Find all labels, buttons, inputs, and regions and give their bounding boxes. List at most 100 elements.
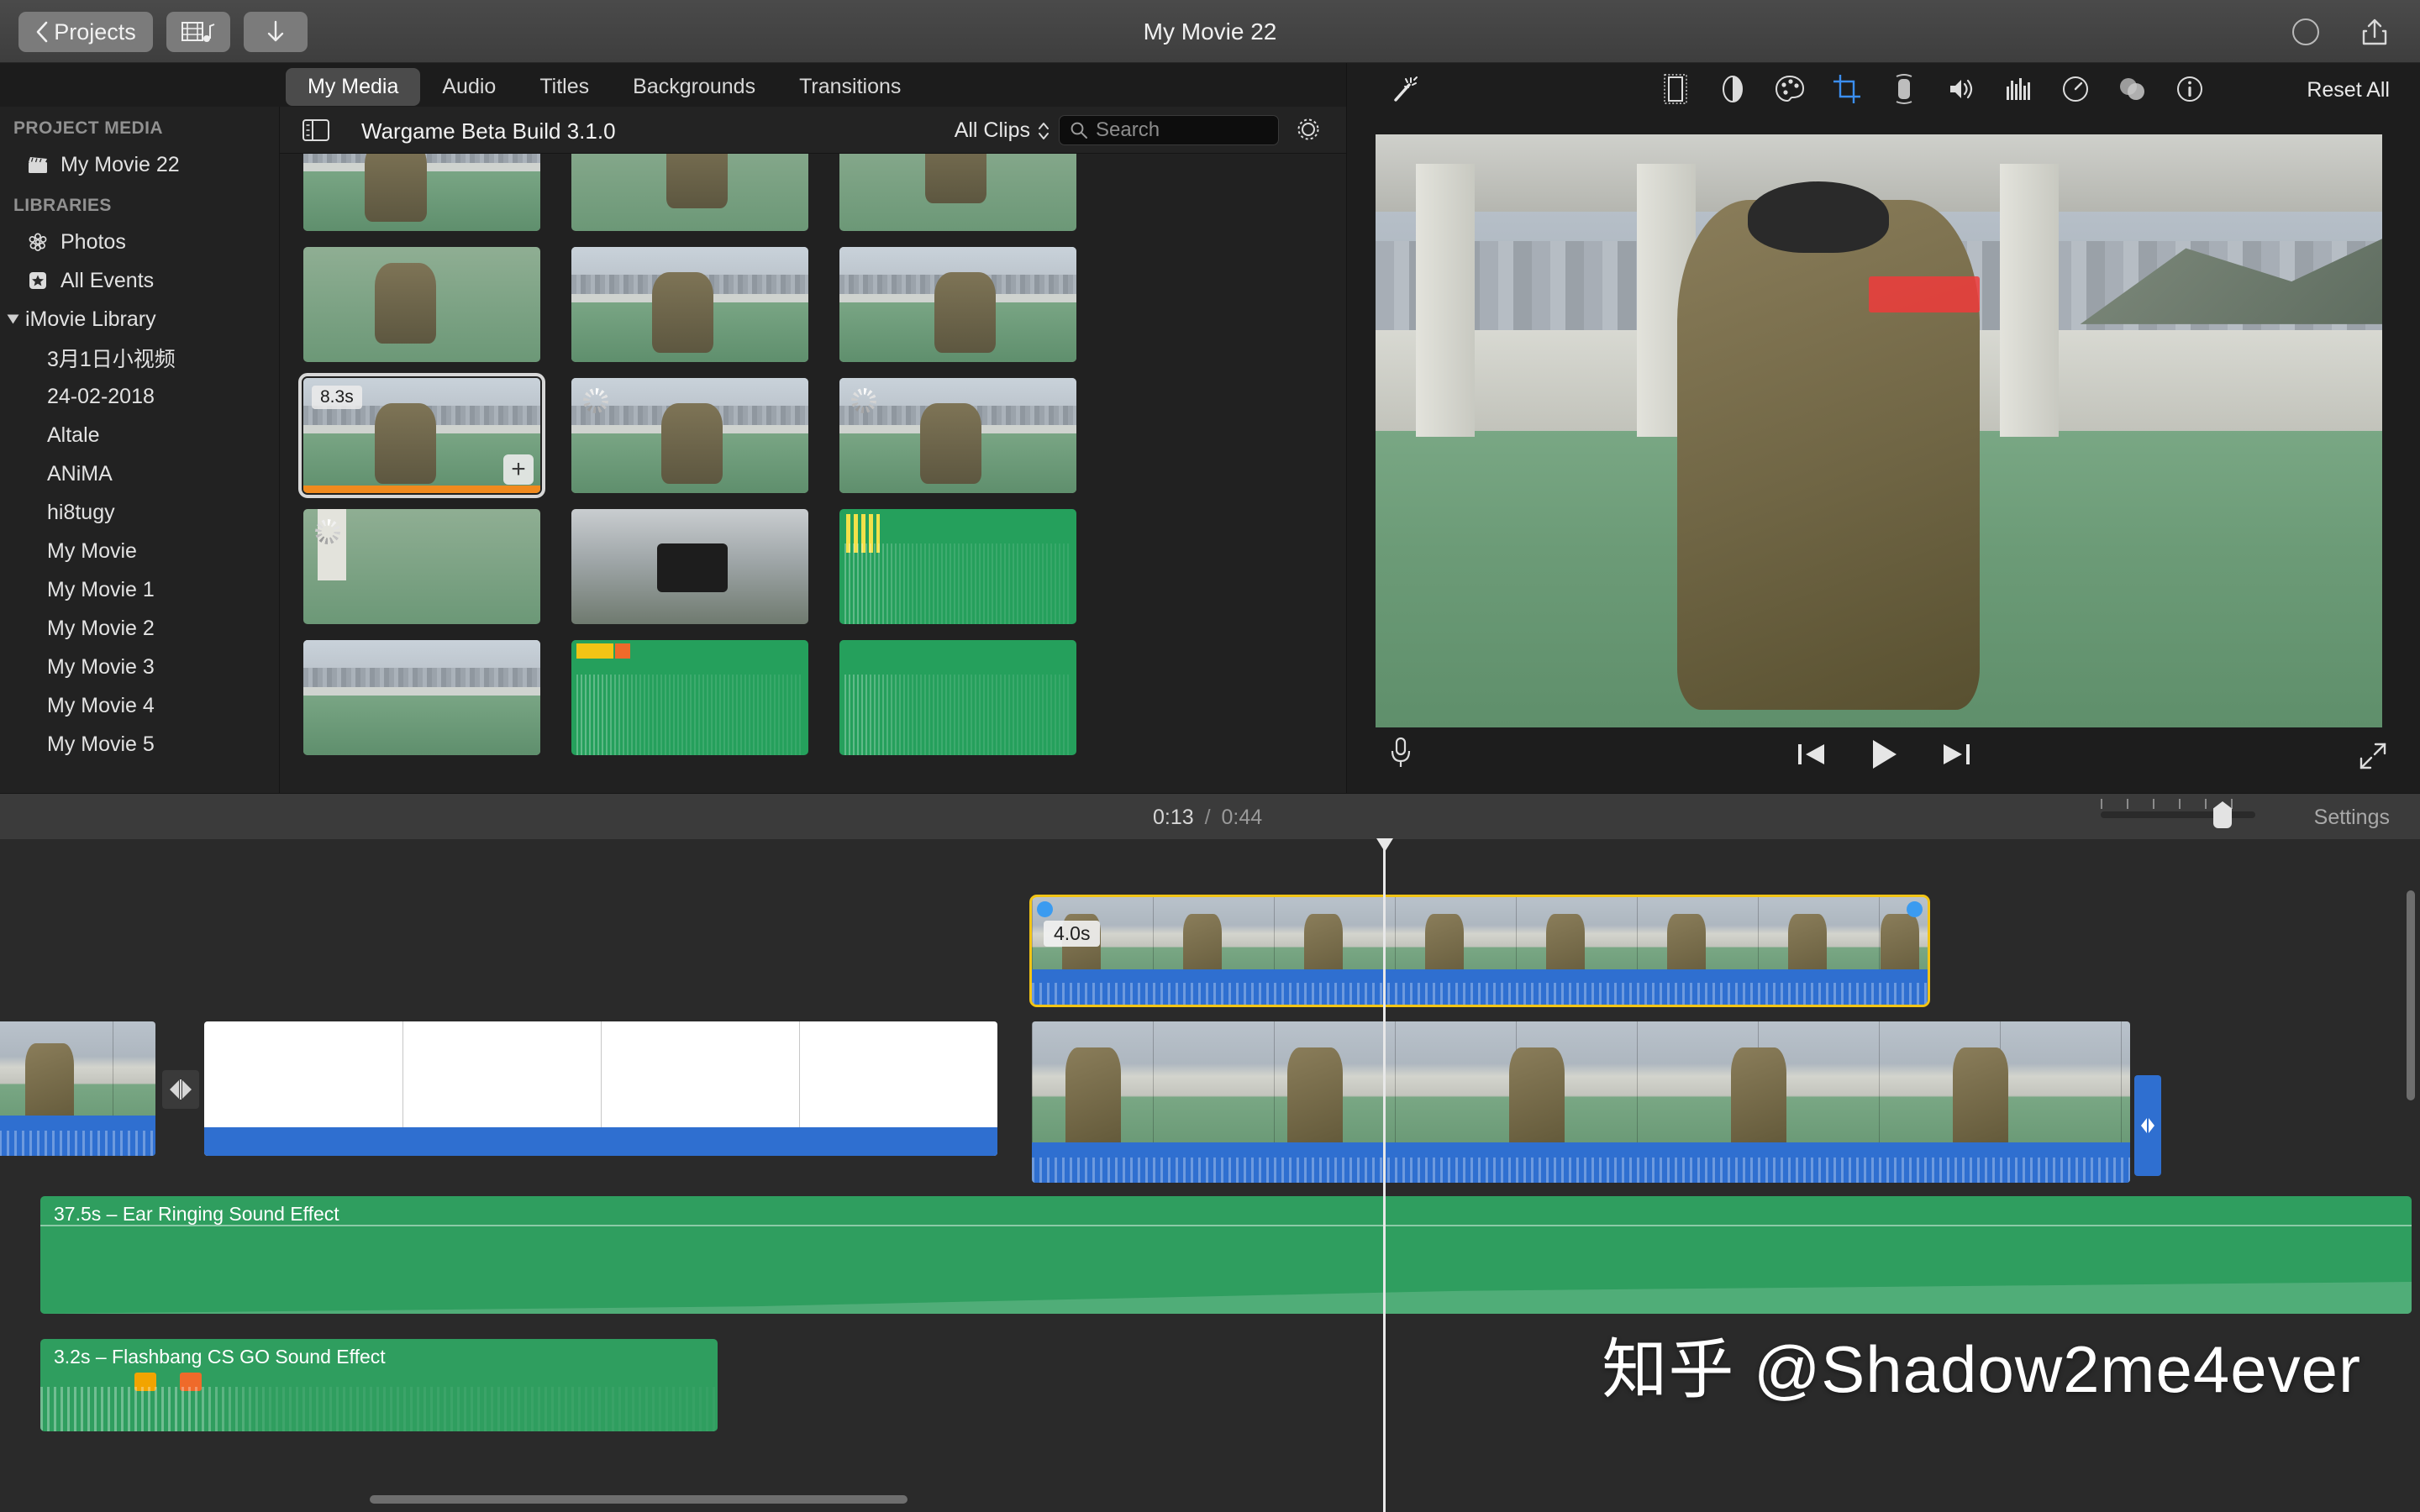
browser-clip-11-audio[interactable] (839, 509, 1076, 624)
timeline-clip-white-title[interactable] (204, 1021, 997, 1156)
color-balance-icon[interactable] (1715, 71, 1750, 107)
timeline-horizontal-scrollbar[interactable] (370, 1495, 908, 1504)
browser-clip-13-audio[interactable] (571, 640, 808, 755)
clip-thumbnail (303, 154, 540, 231)
browser-clip-6-selected[interactable]: 8.3s + (298, 373, 545, 498)
tab-backgrounds[interactable]: Backgrounds (611, 68, 777, 106)
sidebar-toggle-icon (302, 119, 329, 141)
playhead[interactable] (1383, 840, 1386, 1512)
speed-icon[interactable] (2058, 71, 2093, 107)
search-field[interactable]: Search (1059, 115, 1279, 145)
browser-clip-14-audio[interactable] (839, 640, 1076, 755)
playhead-handle[interactable] (1376, 838, 1393, 852)
filter-icon[interactable] (2115, 71, 2150, 107)
browser-clip-7[interactable] (571, 378, 808, 493)
sidebar-event-2[interactable]: Altale (0, 416, 279, 454)
timeline-transition-right[interactable] (2134, 1075, 2161, 1176)
timeline[interactable]: 4.0s 37.5s – Ear Ringing Sound Effect 3.… (0, 840, 2420, 1512)
timeline-settings-button[interactable]: Settings (2314, 806, 2390, 830)
browser-clip-3[interactable] (303, 247, 540, 362)
add-to-timeline-button[interactable]: + (503, 454, 534, 485)
sidebar-event-5[interactable]: My Movie (0, 532, 279, 570)
fullscreen-button[interactable] (2358, 741, 2388, 771)
sidebar-toggle-button[interactable] (294, 114, 338, 146)
sidebar-event-0[interactable]: 3月1日小视频 (0, 339, 279, 377)
total-time: 0:44 (1221, 806, 1263, 829)
sidebar-event-9[interactable]: My Movie 4 (0, 686, 279, 725)
browser-clip-10[interactable] (571, 509, 808, 624)
equalizer-icon[interactable] (2001, 71, 2036, 107)
disclosure-triangle-icon[interactable] (7, 314, 19, 324)
info-icon[interactable] (2172, 71, 2207, 107)
clip-start-handle[interactable] (1037, 901, 1053, 917)
timeline-zoom-slider[interactable] (2101, 801, 2255, 828)
sidebar-item-all-events[interactable]: All Events (0, 261, 279, 300)
auto-enhance-button[interactable] (1387, 73, 1421, 107)
star-icon (25, 270, 50, 291)
media-browser[interactable]: 8.3s + (280, 154, 1346, 793)
timeline-vertical-scrollbar[interactable] (2407, 890, 2415, 1100)
sidebar-event-10[interactable]: My Movie 5 (0, 725, 279, 764)
skip-previous-button[interactable] (1796, 741, 1828, 768)
share-button[interactable] (2358, 15, 2395, 50)
zoom-ticks (2101, 799, 2255, 809)
browser-clip-0[interactable] (303, 154, 540, 231)
sidebar-event-1[interactable]: 24-02-2018 (0, 377, 279, 416)
reset-all-button[interactable]: Reset All (2307, 78, 2390, 102)
sidebar-event-8[interactable]: My Movie 3 (0, 648, 279, 686)
sidebar-item-imovie-library[interactable]: iMovie Library (0, 300, 279, 339)
clip-thumbnail (839, 247, 1076, 362)
browser-clip-12[interactable] (303, 640, 540, 755)
search-icon (1071, 122, 1087, 139)
timeline-clip-left[interactable] (0, 1021, 155, 1156)
tab-label: Titles (539, 75, 590, 98)
audio-clip-thumbnail (839, 640, 1076, 755)
tab-transitions[interactable]: Transitions (777, 68, 923, 106)
tab-audio[interactable]: Audio (420, 68, 518, 106)
timeline-audio-track-0[interactable]: 37.5s – Ear Ringing Sound Effect (40, 1196, 2412, 1314)
browser-clip-1[interactable] (571, 154, 808, 231)
play-icon (1872, 740, 1897, 769)
clip-filter-dropdown[interactable]: All Clips (955, 118, 1050, 143)
clip-thumbnail (571, 154, 808, 231)
sidebar-item-my-movie-22[interactable]: My Movie 22 (0, 145, 279, 184)
sidebar-item-photos[interactable]: Photos (0, 223, 279, 261)
browser-clip-2[interactable] (839, 154, 1076, 231)
color-correction-icon[interactable] (1772, 71, 1807, 107)
browser-clip-4[interactable] (571, 247, 808, 362)
tab-my-media[interactable]: My Media (286, 68, 421, 106)
clip-audio-waveform (1032, 1142, 2130, 1183)
browser-settings-button[interactable] (1294, 115, 1323, 144)
record-circle-icon[interactable] (2292, 18, 2319, 45)
timeline-clip-selected[interactable]: 4.0s (1029, 895, 1930, 1007)
browser-clip-8[interactable] (839, 378, 1076, 493)
play-button[interactable] (1868, 738, 1900, 771)
clip-thumbnail (571, 509, 808, 624)
crop-icon[interactable] (1829, 71, 1865, 107)
skip-next-button[interactable] (1940, 741, 1972, 768)
skip-previous-icon (1797, 744, 1824, 764)
skip-next-icon (1943, 744, 1970, 764)
timeline-clip-right[interactable] (1032, 1021, 2130, 1183)
sidebar[interactable]: PROJECT MEDIA My Movie 22 LIBRARIES Phot… (0, 107, 280, 793)
volume-icon[interactable] (1944, 71, 1979, 107)
tab-label: Backgrounds (633, 75, 756, 98)
tab-titles[interactable]: Titles (518, 68, 611, 106)
sidebar-event-7[interactable]: My Movie 2 (0, 609, 279, 648)
title-bar: Projects My Movie 22 (0, 0, 2420, 63)
clip-end-handle[interactable] (1907, 901, 1923, 917)
sidebar-event-3[interactable]: ANiMA (0, 454, 279, 493)
sidebar-event-4[interactable]: hi8tugy (0, 493, 279, 532)
event-title: Wargame Beta Build 3.1.0 (361, 118, 616, 144)
stabilization-icon[interactable] (1886, 71, 1922, 107)
browser-clip-9[interactable] (303, 509, 540, 624)
sidebar-event-6[interactable]: My Movie 1 (0, 570, 279, 609)
timeline-audio-track-1[interactable]: 3.2s – Flashbang CS GO Sound Effect (40, 1339, 718, 1431)
clip-range-indicator[interactable] (303, 486, 540, 493)
clip-filter-label: All Clips (954, 118, 1030, 142)
timeline-transition[interactable] (162, 1070, 199, 1109)
crop-frame-icon[interactable] (1658, 71, 1693, 107)
browser-clip-5[interactable] (839, 247, 1076, 362)
video-preview[interactable] (1376, 134, 2382, 727)
clip-audio-waveform (204, 1127, 997, 1156)
